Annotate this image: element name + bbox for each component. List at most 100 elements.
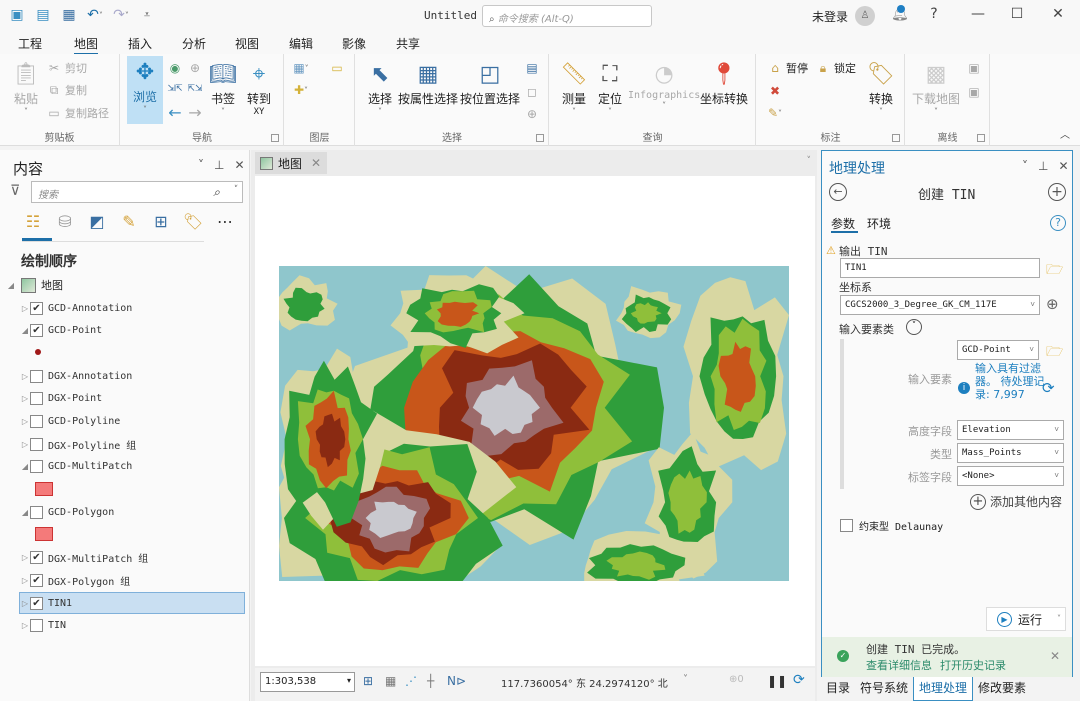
collapsed-triangle-icon[interactable]: ▷ [20, 553, 30, 562]
list-by-selection-icon[interactable]: ◩ [86, 210, 108, 232]
layer-item[interactable]: ▷ DGX-Point [20, 388, 246, 410]
layer-visibility-checkbox[interactable]: ✔ [30, 573, 43, 587]
avatar[interactable]: ♙ [855, 6, 875, 26]
customize-qat-icon[interactable]: ⩡ [138, 6, 156, 24]
collapsed-triangle-icon[interactable]: ▷ [20, 417, 30, 426]
tab-share[interactable]: 共享 [396, 35, 420, 52]
fixed-zoom-in-icon[interactable]: ⇲⇱ [167, 81, 183, 97]
constrained-delaunay-checkbox[interactable]: 约束型 Delaunay [840, 518, 943, 533]
cut-button[interactable]: ✂ 剪切 [46, 60, 87, 76]
maximize-button[interactable]: ☐ [1007, 6, 1027, 22]
collapse-chevron-icon[interactable]: ˅ [906, 319, 922, 335]
checkbox[interactable] [840, 519, 853, 532]
select-by-location-button[interactable]: ◰ 按位置选择 [460, 58, 520, 107]
infographics-button[interactable]: ◔ Infographics ˅ [628, 58, 700, 111]
open-project-icon[interactable]: ▤ [34, 6, 52, 24]
dialog-launcher-icon[interactable] [271, 134, 279, 142]
tab-parameters[interactable]: 参数 [831, 215, 855, 232]
dialog-launcher-icon[interactable] [536, 134, 544, 142]
tab-symbology[interactable]: 符号系统 [855, 677, 913, 701]
sign-in-status[interactable]: 未登录 [812, 8, 848, 25]
collapsed-triangle-icon[interactable]: ▷ [20, 394, 30, 403]
unplaced-labels-icon[interactable]: ✖ [767, 83, 783, 99]
collapsed-triangle-icon[interactable]: ▷ [20, 576, 30, 585]
layer-item[interactable]: ▷ ✔ DGX-MultiPatch 组 [20, 547, 246, 569]
full-extent-icon[interactable]: ◉ [167, 60, 183, 76]
tab-modify-features[interactable]: 修改要素 [973, 677, 1031, 701]
layer-visibility-checkbox[interactable] [30, 619, 43, 633]
collapsed-triangle-icon[interactable]: ▷ [20, 440, 30, 449]
dialog-launcher-icon[interactable] [892, 134, 900, 142]
pause-drawing-icon[interactable]: ❚❚ [767, 674, 787, 688]
tab-geoprocessing[interactable]: 地理处理 [913, 677, 974, 701]
bookmarks-button[interactable]: 📖︎ 书签 ˅ [207, 58, 239, 117]
layer-visibility-checkbox[interactable] [30, 392, 43, 406]
refresh-icon[interactable]: ⟳ [793, 672, 805, 688]
scale-selector[interactable]: 1:303,538 ▾ [260, 672, 355, 692]
filter-icon[interactable]: ⊽ [10, 183, 20, 199]
help-button[interactable]: ? [924, 6, 944, 22]
redo-icon[interactable]: ↷ ˅ [112, 6, 130, 24]
minimize-button[interactable]: — [968, 6, 988, 22]
layer-item[interactable]: ▷ ✔ TIN1 [19, 592, 245, 615]
map-canvas[interactable] [255, 176, 815, 666]
goto-xy-button[interactable]: ⌖ 转到 XY [243, 58, 275, 118]
layer-visibility-checkbox[interactable] [30, 437, 43, 451]
tab-catalog[interactable]: 目录 [821, 677, 855, 701]
clear-selection-icon[interactable]: ◻ [524, 84, 540, 100]
collapsed-triangle-icon[interactable]: ▷ [20, 599, 30, 608]
search-icon[interactable]: ⌕ [213, 185, 220, 200]
layer-visibility-checkbox[interactable] [30, 460, 43, 474]
globe-icon[interactable]: ⊕ [1046, 295, 1059, 313]
constraints-icon[interactable]: ┼ [427, 674, 434, 688]
layer-visibility-checkbox[interactable] [30, 505, 43, 519]
selected-features-icon[interactable]: ⊕0 [729, 674, 744, 685]
pin-icon[interactable]: ⊥ [214, 158, 224, 172]
download-map-button[interactable]: ▩ 下载地图 ˅ [912, 58, 960, 117]
chevron-down-icon[interactable]: ˅ [233, 185, 238, 195]
tab-view[interactable]: 视图 [235, 35, 259, 52]
pane-options-icon[interactable]: ˅ [1022, 159, 1028, 173]
layer-item[interactable]: ▷ DGX-Polyline 组 [20, 433, 246, 455]
layer-visibility-checkbox[interactable]: ✔ [30, 596, 43, 610]
open-history-link[interactable]: 打开历史记录 [940, 657, 1006, 673]
basemap-icon[interactable]: ▦ ˅ [293, 60, 309, 76]
layer-item[interactable]: ◢ GCD-MultiPatch [20, 456, 246, 478]
close-pane-icon[interactable]: ✕ [1058, 159, 1068, 173]
copy-button[interactable]: ⧉ 复制 [46, 82, 87, 98]
pause-labels-button[interactable]: ⌂ 暂停 [767, 60, 808, 76]
north-arrow-icon[interactable]: N⊳ [447, 674, 466, 688]
pin-icon[interactable]: ⊥ [1038, 159, 1048, 173]
add-data-from-path-icon[interactable]: ▭ [329, 60, 345, 76]
height-field-select[interactable]: Elevation ˅ [957, 420, 1064, 440]
list-by-drawing-order-icon[interactable]: ☷ [22, 210, 44, 232]
next-extent-icon[interactable]: → [187, 103, 203, 122]
type-select[interactable]: Mass_Points ˅ [957, 443, 1064, 463]
attributes-icon[interactable]: ▤ [524, 60, 540, 76]
label-options-icon[interactable]: ✎ ˅ [767, 105, 783, 121]
tab-imagery[interactable]: 影像 [342, 35, 366, 52]
add-data-icon[interactable]: ✚ ˅ [293, 82, 309, 98]
explore-button[interactable]: ✥ 浏览 ˅ [127, 56, 163, 124]
grid-add-icon[interactable]: ⊞ [363, 674, 373, 688]
tab-environments[interactable]: 环境 [867, 215, 891, 232]
back-arrow-icon[interactable]: ← [829, 183, 847, 201]
save-project-icon[interactable]: ▦ [60, 6, 78, 24]
zoom-to-selection-icon[interactable]: ⊕ [524, 106, 540, 122]
collapse-ribbon-icon[interactable]: ︿ [1060, 126, 1070, 141]
collapsed-triangle-icon[interactable]: ▷ [20, 621, 30, 630]
select-by-attributes-button[interactable]: ▦ 按属性选择 [398, 58, 458, 107]
tab-project[interactable]: 工程 [18, 35, 42, 52]
collapsed-triangle-icon[interactable]: ▷ [20, 372, 30, 381]
undo-icon[interactable]: ↶ ˅ [86, 6, 104, 24]
layer-item[interactable]: ◢ GCD-Polygon [20, 501, 246, 523]
command-search-input[interactable]: ⌕ 命令搜索 (Alt-Q) [482, 5, 652, 27]
layer-visibility-checkbox[interactable] [30, 415, 43, 428]
refresh-icon[interactable]: ⟳ [1042, 379, 1055, 397]
grid-icon[interactable]: ▦ [385, 674, 396, 688]
layer-visibility-checkbox[interactable] [30, 369, 43, 383]
dialog-launcher-icon[interactable] [977, 134, 985, 142]
folder-icon[interactable]: 🗁 [1046, 259, 1063, 283]
zoom-to-layer-icon[interactable]: ⊕ [187, 60, 203, 76]
expanded-triangle-icon[interactable]: ◢ [20, 462, 30, 471]
